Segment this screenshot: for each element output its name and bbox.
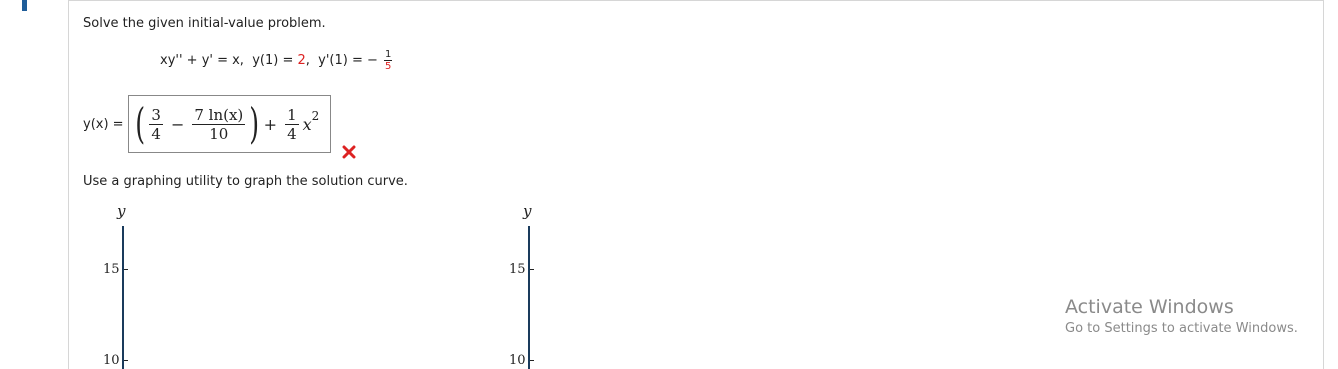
right-plot-tick-label-15: 15: [509, 262, 526, 277]
plus-sign: +: [263, 114, 278, 134]
exponent: 2: [311, 109, 320, 123]
variable-x: x: [302, 114, 312, 134]
term3-denominator: 4: [287, 124, 297, 143]
ode-equation: xy'' + y' = x, y(1) = 2 , y'(1) = − 1 5: [160, 49, 393, 72]
right-paren: ): [249, 99, 260, 148]
watermark-subtitle: Go to Settings to activate Windows.: [1065, 321, 1298, 336]
right-plot-y-axis: [528, 226, 530, 369]
accent-bar: [22, 0, 27, 11]
red-x-icon: [342, 145, 356, 159]
answer-input[interactable]: ( 3 4 − 7 ln(x) 10 ) + 1 4 x2: [128, 95, 331, 153]
term2-fraction: 7 ln(x) 10: [192, 105, 246, 143]
left-paren: (: [135, 99, 146, 148]
term2-numerator: 7 ln(x): [192, 105, 246, 125]
term2-denominator: 10: [209, 124, 229, 143]
term1-numerator: 3: [149, 105, 163, 125]
ic2-prefix: , y'(1) = −: [305, 53, 383, 68]
windows-activation-watermark: Activate Windows Go to Settings to activ…: [1065, 296, 1298, 336]
initial-value-1: 2: [297, 53, 306, 68]
ic2-denominator: 5: [385, 61, 392, 72]
left-plot-y-axis: [122, 226, 124, 369]
term1-denominator: 4: [151, 124, 161, 143]
graph-prompt: Use a graphing utility to graph the solu…: [83, 174, 408, 189]
answer-label: y(x) =: [83, 117, 124, 132]
left-plot-y-label: y: [117, 202, 126, 220]
ic2-numerator: 1: [384, 49, 393, 61]
minus-sign: −: [170, 114, 185, 134]
ode-lhs: xy'' + y' = x, y(1) =: [160, 53, 298, 68]
right-plot-tick-15: [530, 269, 534, 270]
problem-prompt: Solve the given initial-value problem.: [83, 16, 326, 31]
watermark-title: Activate Windows: [1065, 296, 1234, 318]
left-plot-tick-label-15: 15: [103, 262, 120, 277]
term1-fraction: 3 4: [149, 106, 163, 143]
left-plot-tick-10: [124, 360, 128, 361]
left-plot-tick-label-10: 10: [103, 353, 120, 368]
term3-numerator: 1: [285, 105, 299, 125]
right-plot-tick-label-10: 10: [509, 353, 526, 368]
left-plot-tick-15: [124, 269, 128, 270]
right-plot-tick-10: [530, 360, 534, 361]
term3-fraction: 1 4: [285, 106, 299, 143]
right-plot-y-label: y: [523, 202, 532, 220]
initial-value-2-fraction: 1 5: [384, 49, 393, 72]
